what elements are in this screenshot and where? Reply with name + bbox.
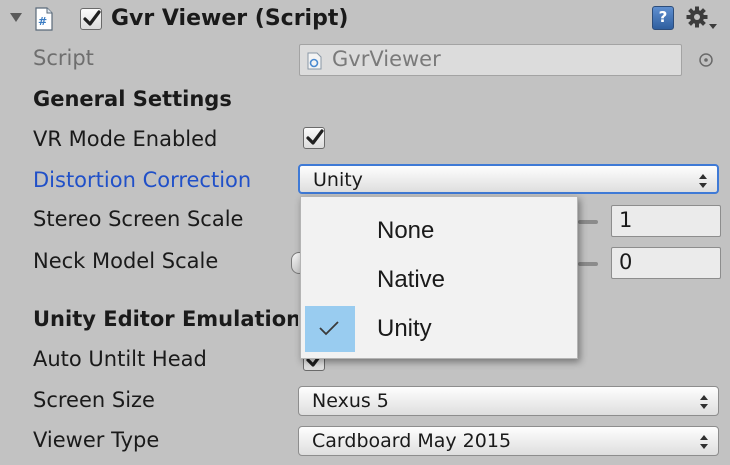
stereo-scale-label: Stereo Screen Scale [33, 207, 244, 231]
menu-item-label: Native [377, 266, 446, 293]
stereo-scale-field[interactable]: 1 [611, 205, 721, 237]
vr-mode-label: VR Mode Enabled [33, 127, 218, 151]
checkmark-icon [83, 10, 101, 26]
script-label: Script [33, 46, 94, 70]
foldout-arrow-icon[interactable] [10, 13, 22, 22]
distortion-popup[interactable]: Unity [298, 164, 719, 194]
viewer-type-value: Cardboard May 2015 [312, 430, 512, 452]
neck-scale-value: 0 [619, 250, 633, 274]
viewer-type-popup[interactable]: Cardboard May 2015 [298, 426, 719, 456]
help-icon[interactable]: ? [652, 6, 674, 30]
distortion-label: Distortion Correction [33, 168, 252, 192]
component-title: Gvr Viewer (Script) [111, 6, 349, 31]
popup-arrows-icon [699, 174, 707, 188]
screen-size-label: Screen Size [33, 388, 155, 412]
popup-arrows-icon [700, 395, 708, 409]
viewer-type-label: Viewer Type [33, 428, 160, 452]
editor-emulation-header: Unity Editor Emulation [33, 307, 298, 331]
vr-mode-checkbox[interactable] [303, 127, 325, 149]
menu-item-label: Unity [377, 315, 432, 342]
menu-item-unity[interactable]: Unity [301, 305, 577, 353]
distortion-dropdown-menu: None Native Unity [300, 196, 578, 359]
svg-text:#: # [38, 15, 47, 28]
script-field-value: GvrViewer [332, 47, 441, 71]
popup-arrows-icon [700, 435, 708, 449]
script-icon: # [35, 7, 53, 31]
script-file-icon [307, 52, 322, 70]
menu-item-label: None [377, 217, 435, 244]
neck-scale-slider-track[interactable] [578, 262, 598, 266]
gear-icon[interactable] [684, 4, 718, 34]
screen-size-popup[interactable]: Nexus 5 [298, 386, 719, 416]
checkmark-icon [319, 321, 339, 336]
stereo-scale-slider-track[interactable] [578, 220, 598, 224]
object-picker-icon[interactable] [696, 50, 716, 70]
script-object-field[interactable]: GvrViewer [299, 44, 682, 76]
neck-scale-label: Neck Model Scale [33, 249, 219, 273]
component-enabled-checkbox[interactable] [80, 8, 102, 30]
stereo-scale-value: 1 [619, 208, 633, 232]
menu-item-native[interactable]: Native [301, 256, 577, 304]
screen-size-value: Nexus 5 [312, 390, 389, 412]
checkmark-icon [306, 129, 324, 145]
distortion-popup-value: Unity [313, 169, 363, 191]
menu-item-none[interactable]: None [301, 207, 577, 255]
general-settings-header: General Settings [33, 87, 232, 111]
component-header: # Gvr Viewer (Script) ? [0, 0, 730, 40]
neck-scale-field[interactable]: 0 [611, 247, 721, 279]
auto-untilt-label: Auto Untilt Head [33, 347, 207, 371]
